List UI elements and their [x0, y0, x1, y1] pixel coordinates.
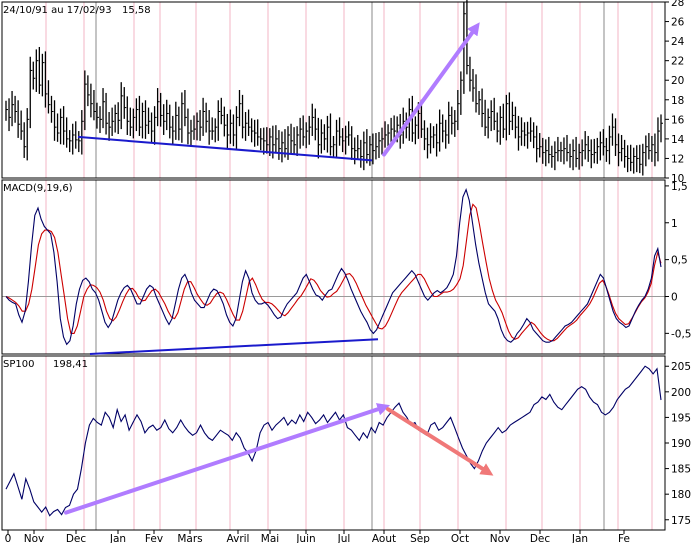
x-tick-label: Juin: [295, 533, 315, 543]
price-panel: [5, 0, 663, 176]
x-tick-label: Nov: [24, 533, 45, 543]
x-tick-label: 0: [5, 533, 12, 543]
y-tick-label: 18: [671, 95, 684, 107]
y-tick-label: 14: [671, 134, 685, 146]
x-tick-label: Fe: [618, 533, 630, 543]
x-tick-label: Mai: [261, 533, 279, 543]
x-tick-label: Aout: [372, 533, 396, 543]
x-tick-label: Jan: [109, 533, 126, 543]
y-tick-label: 200: [671, 387, 691, 399]
sp100-panel: [5, 365, 662, 517]
sp100-panel-title: SP100: [3, 359, 34, 370]
y-tick-label: 175: [671, 515, 691, 527]
x-tick-label: Sep: [410, 533, 430, 543]
y-tick-label: 180: [671, 489, 691, 501]
y-tick-label: 205: [671, 361, 691, 373]
sp100-last-value: 198,41: [53, 359, 88, 370]
x-tick-label: Dec: [530, 533, 551, 543]
y-tick-label: 1,5: [671, 181, 688, 193]
technical-chart: 24/10/91 au 17/02/93 15,58 MACD(9,19,6) …: [1, 0, 692, 543]
x-tick-label: Oct: [451, 533, 469, 543]
price-panel-last-value: 15,58: [122, 5, 151, 16]
price-panel-title: 24/10/91 au 17/02/93: [3, 5, 112, 16]
y-tick-label: -0,5: [671, 328, 692, 340]
y-tick-label: 0,5: [671, 255, 688, 267]
macd-line: [5, 187, 662, 346]
y-tick-label: 1: [671, 218, 678, 230]
x-tick-label: Jul: [337, 533, 351, 543]
y-tick-label: 12: [671, 153, 684, 165]
y-tick-label: 26: [671, 17, 685, 29]
y-tick-label: 16: [671, 114, 685, 126]
y-tick-label: 28: [671, 0, 684, 9]
annotation-arrow: [386, 407, 494, 476]
y-tick-label: 24: [671, 36, 685, 48]
x-tick-label: Nov: [490, 533, 511, 543]
y-tick-label: 190: [671, 438, 691, 450]
x-tick-label: Jan: [571, 533, 588, 543]
x-tick-label: Mars: [177, 533, 202, 543]
sp100-line: [5, 365, 662, 517]
y-tick-label: 0: [671, 291, 678, 303]
x-tick-label: Avril: [227, 533, 250, 543]
x-tick-label: Dec: [66, 533, 87, 543]
y-tick-label: 185: [671, 464, 691, 476]
macd-panel: [5, 187, 662, 346]
x-tick-label: Fev: [145, 533, 163, 543]
panel-frame: [1, 355, 666, 531]
y-tick-label: 20: [671, 75, 684, 87]
panel-frame: [1, 179, 666, 355]
y-tick-label: 195: [671, 412, 691, 424]
trendline: [89, 338, 379, 355]
y-tick-label: 22: [671, 56, 684, 68]
macd-panel-title: MACD(9,19,6): [3, 183, 73, 194]
